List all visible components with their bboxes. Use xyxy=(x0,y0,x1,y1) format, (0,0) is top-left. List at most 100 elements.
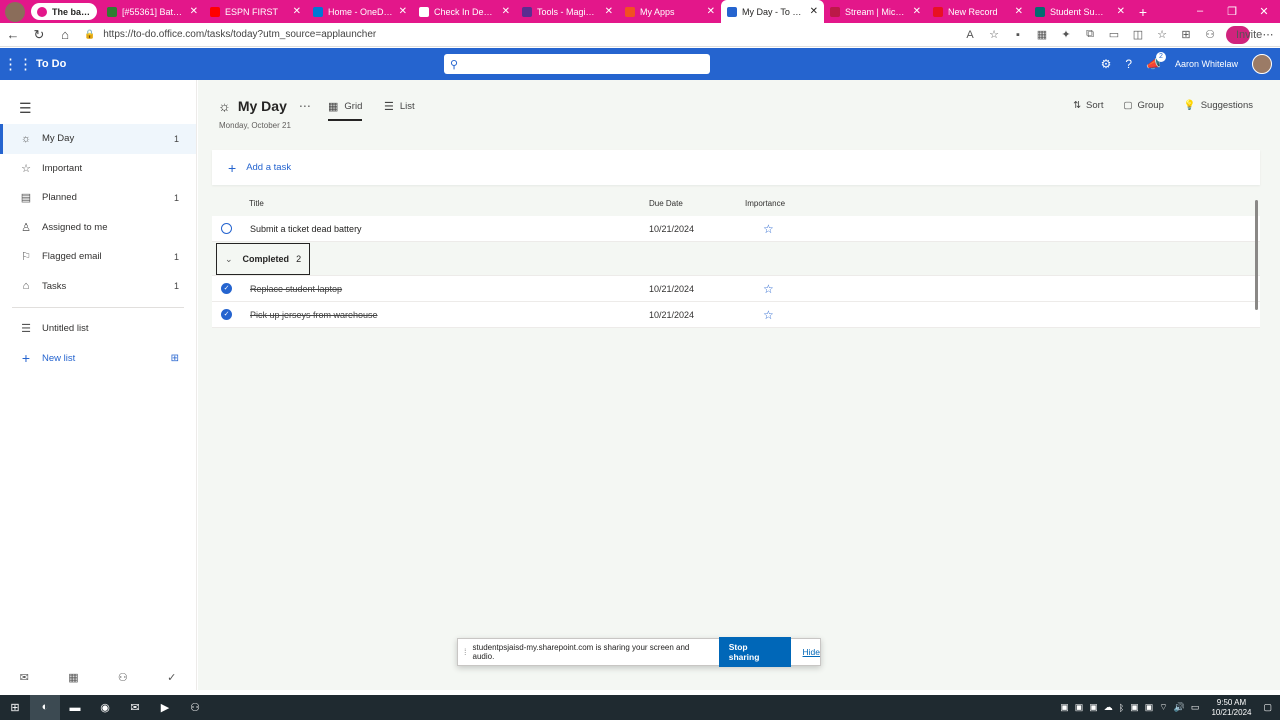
table-row[interactable]: ✓ Pick up jerseys from warehouse 10/21/2… xyxy=(212,302,1260,328)
sidebar-item-planned[interactable]: ▤ Planned 1 xyxy=(0,183,196,213)
whats-new-icon[interactable]: 📣 2 xyxy=(1146,52,1166,71)
table-row[interactable]: ✓ Replace student laptop 10/21/2024 ☆ xyxy=(212,276,1260,302)
suggestions-button[interactable]: 💡 Suggestions xyxy=(1184,100,1253,111)
home-icon[interactable]: ⌂ xyxy=(52,27,78,42)
mail-icon[interactable]: ✉ xyxy=(20,671,29,684)
close-tab-icon[interactable]: ✕ xyxy=(399,6,407,17)
sidebar-item-important[interactable]: ☆ Important xyxy=(0,154,196,184)
completed-checkbox[interactable]: ✓ xyxy=(221,309,232,320)
sidebar-item-flagged-email[interactable]: ⚐ Flagged email 1 xyxy=(0,242,196,272)
refresh-icon[interactable]: ↻ xyxy=(26,27,52,43)
browser-tab[interactable]: Stream | Microsof✕ xyxy=(824,0,927,23)
sort-button[interactable]: ⇅ Sort xyxy=(1073,100,1103,111)
tray-icon[interactable]: ▣ xyxy=(1089,702,1098,713)
battery-icon[interactable]: ▭ xyxy=(1191,702,1200,713)
close-tab-icon[interactable]: ✕ xyxy=(605,6,613,17)
list-options-icon[interactable]: ⋯ xyxy=(299,99,311,113)
tab-list[interactable]: ☰ List xyxy=(384,100,415,113)
url-field[interactable]: 🔒 https://to-do.office.com/tasks/today?u… xyxy=(78,25,828,45)
restore-icon[interactable]: ❐ xyxy=(1216,5,1248,18)
sidebar-item-untitled-list[interactable]: ☰ Untitled list xyxy=(0,314,196,344)
new-list-button[interactable]: + New list ⊞ xyxy=(0,344,196,374)
more-menu-icon[interactable]: ⋯ xyxy=(1256,28,1280,41)
collections-icon[interactable]: ⊞ xyxy=(1174,28,1198,41)
extension-icon[interactable]: ▪ xyxy=(1006,29,1030,41)
volume-icon[interactable]: 🔊 xyxy=(1174,702,1185,713)
sidebar-item-assigned-to-me[interactable]: ♙ Assigned to me xyxy=(0,213,196,243)
app-icon[interactable]: ▶ xyxy=(150,701,180,714)
table-row[interactable]: Submit a ticket dead battery 10/21/2024 … xyxy=(212,216,1260,242)
favorites-icon[interactable]: ☆ xyxy=(1150,28,1174,41)
close-tab-icon[interactable]: ✕ xyxy=(913,6,921,17)
tray-icon[interactable]: ▣ xyxy=(1130,702,1139,713)
tray-icon[interactable]: ▣ xyxy=(1060,702,1069,713)
back-icon[interactable]: ← xyxy=(0,27,26,42)
browser-tab[interactable]: ESPN FIRST ✕ xyxy=(204,0,307,23)
browser-tab[interactable]: The basics xyxy=(31,3,97,20)
tray-icon[interactable]: ▣ xyxy=(1075,702,1084,713)
column-header-title[interactable]: Title xyxy=(249,199,264,208)
importance-star-icon[interactable]: ☆ xyxy=(763,282,774,296)
teams-icon[interactable]: ⚇ xyxy=(180,701,210,714)
edge-browser-icon[interactable]: ◐ xyxy=(30,695,60,720)
windows-start-icon[interactable]: ⊞ xyxy=(0,701,30,714)
hide-link[interactable]: Hide xyxy=(803,647,820,657)
taskbar-clock[interactable]: 9:50 AM 10/21/2024 xyxy=(1211,698,1251,718)
browser-tab[interactable]: [#55361] Battery ✕ xyxy=(101,0,204,23)
invite-button[interactable]: Invite xyxy=(1226,25,1262,44)
notifications-icon[interactable]: ▢ xyxy=(1263,702,1272,713)
split-screen-icon[interactable]: ◫ xyxy=(1126,28,1150,41)
close-tab-icon[interactable]: ✕ xyxy=(810,6,818,17)
new-group-icon[interactable]: ⊞ xyxy=(171,353,179,364)
people-icon[interactable]: ⚇ xyxy=(118,671,128,684)
browser-tab[interactable]: Tools - Magic Sch✕ xyxy=(516,0,619,23)
browser-profile-avatar[interactable] xyxy=(5,1,25,22)
close-window-icon[interactable]: ✕ xyxy=(1248,5,1280,18)
minimize-icon[interactable]: – xyxy=(1184,5,1216,18)
column-header-importance[interactable]: Importance xyxy=(745,199,785,208)
browser-tab[interactable]: My Apps ✕ xyxy=(619,0,721,23)
browser-tab-active[interactable]: My Day - To Do ✕ xyxy=(721,0,824,23)
stop-sharing-button[interactable]: Stop sharing xyxy=(718,637,791,667)
close-tab-icon[interactable]: ✕ xyxy=(190,6,198,17)
column-header-due-date[interactable]: Due Date xyxy=(649,199,683,208)
add-task-input[interactable]: + Add a task xyxy=(212,150,1260,185)
close-tab-icon[interactable]: ✕ xyxy=(1117,6,1125,17)
search-input[interactable]: ⚲ xyxy=(444,54,710,74)
bluetooth-icon[interactable]: ᛒ xyxy=(1119,703,1124,713)
browser-tab[interactable]: Home - OneDrive ✕ xyxy=(307,0,413,23)
close-tab-icon[interactable]: ✕ xyxy=(293,6,301,17)
help-icon[interactable]: ? xyxy=(1125,57,1132,71)
tab-grid[interactable]: ▦ Grid xyxy=(328,100,363,121)
importance-star-icon[interactable]: ☆ xyxy=(763,308,774,322)
cast-icon[interactable]: ▭ xyxy=(1102,28,1126,41)
avatar[interactable] xyxy=(1252,54,1272,74)
sidebar-item-my-day[interactable]: ☼ My Day 1 xyxy=(0,124,196,154)
outlook-icon[interactable]: ✉ xyxy=(120,701,150,714)
chrome-icon[interactable]: ◉ xyxy=(90,701,120,714)
tray-icon[interactable]: ▣ xyxy=(1145,702,1154,713)
user-name[interactable]: Aaron Whitelaw xyxy=(1175,59,1238,69)
extensions-puzzle-icon[interactable]: ⧉ xyxy=(1078,28,1102,41)
file-explorer-icon[interactable]: ▬ xyxy=(60,702,90,714)
wifi-icon[interactable]: ⌔ xyxy=(1159,702,1167,713)
extension-grid-icon[interactable]: ▦ xyxy=(1030,28,1054,41)
settings-gear-icon[interactable]: ⚙ xyxy=(1101,57,1112,71)
app-launcher-icon[interactable]: ⋮⋮ xyxy=(0,55,36,73)
drag-handle-icon[interactable]: ⁞ xyxy=(464,647,467,657)
importance-star-icon[interactable]: ☆ xyxy=(763,222,774,236)
favorite-star-icon[interactable]: ☆ xyxy=(982,28,1006,41)
browser-tab[interactable]: Check In Device ✕ xyxy=(413,0,516,23)
sidebar-item-tasks[interactable]: ⌂ Tasks 1 xyxy=(0,272,196,302)
close-tab-icon[interactable]: ✕ xyxy=(707,6,715,17)
close-tab-icon[interactable]: ✕ xyxy=(1015,6,1023,17)
read-aloud-icon[interactable]: A xyxy=(958,29,982,41)
table-scrollbar[interactable] xyxy=(1255,200,1258,310)
app-name[interactable]: To Do xyxy=(36,58,66,70)
complete-checkbox[interactable] xyxy=(221,223,232,234)
browser-tab[interactable]: Student Summar✕ xyxy=(1029,0,1131,23)
close-tab-icon[interactable]: ✕ xyxy=(502,6,510,17)
completed-group-toggle[interactable]: ⌄ Completed 2 xyxy=(216,243,310,275)
onedrive-icon[interactable]: ☁ xyxy=(1104,702,1113,713)
todo-check-icon[interactable]: ✓ xyxy=(167,671,176,684)
